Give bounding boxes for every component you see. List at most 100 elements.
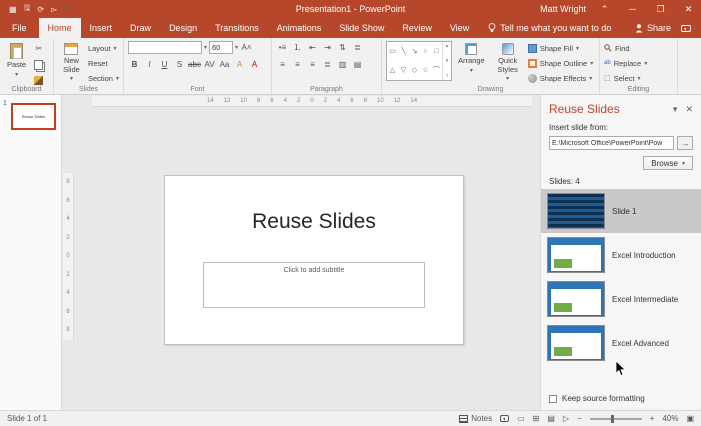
shape-outline-button[interactable]: Shape Outline▾ [528,57,594,69]
select-button[interactable]: ⬚ Select▾ [604,72,647,84]
line-spacing-icon[interactable]: ⇅ [336,41,349,54]
font-name-combo[interactable] [128,41,202,54]
zoom-slider[interactable] [590,418,642,420]
keep-source-formatting-checkbox[interactable] [549,395,557,403]
shape-gallery-more-icon[interactable]: ▿ [446,73,449,79]
shape-rectangle-icon[interactable]: ▭ [387,42,398,60]
shape-curve-icon[interactable]: ⌒ [431,60,442,80]
share-button[interactable]: Share [635,23,671,33]
numbering-icon[interactable]: ⒈ [291,41,304,54]
minimize-button[interactable]: ─ [623,4,642,14]
zoom-slider-thumb[interactable] [611,415,614,423]
tab-review[interactable]: Review [393,18,441,38]
reuse-slide-item-3[interactable]: Excel Intermediate [541,277,701,321]
quick-styles-button[interactable]: Quick Styles ▾ [491,41,525,85]
save-icon[interactable]: 🖫 [24,2,31,16]
slideshow-view-icon[interactable]: ▷ [563,414,569,423]
shape-scroll-up-icon[interactable]: ▴ [446,43,449,49]
pane-close-icon[interactable]: ✕ [685,104,693,115]
layout-button[interactable]: Layout▾ [88,42,119,54]
shape-triangle-icon[interactable]: △ [387,60,398,80]
normal-view-icon[interactable]: ▭ [517,414,525,423]
find-button[interactable]: Find [604,42,647,54]
shape-gallery-scrollbar[interactable]: ▴ ▾ ▿ [442,42,451,80]
italic-button[interactable]: I [143,58,156,71]
font-size-combo[interactable]: 60 [209,41,233,54]
shape-fill-button[interactable]: Shape Fill▾ [528,42,594,54]
bullets-icon[interactable]: •≡ [276,41,289,54]
increase-indent-icon[interactable]: ⇥ [321,41,334,54]
go-arrow-button[interactable]: → [677,136,693,150]
font-color-button[interactable]: A [248,58,261,71]
arrange-button[interactable]: Arrange ▾ [455,41,488,77]
tab-transitions[interactable]: Transitions [206,18,268,38]
status-comments-icon[interactable] [500,415,509,422]
align-right-icon[interactable]: ≡ [306,58,319,71]
subtitle-placeholder[interactable]: Click to add subtitle [203,262,425,308]
shape-arrow-icon[interactable]: ↘ [409,42,420,60]
tab-design[interactable]: Design [160,18,206,38]
reuse-slide-item-1[interactable]: Slide 1 [541,189,701,233]
customize-qat-icon[interactable]: ▾ [64,6,67,13]
ribbon-display-options-icon[interactable]: ⌃ [595,4,614,15]
notes-button[interactable]: Notes [459,414,492,423]
reuse-slide-item-4[interactable]: Excel Advanced [541,321,701,365]
tab-home[interactable]: Home [39,18,81,38]
font-size-caret-icon[interactable]: ▾ [235,44,238,51]
change-case-button[interactable]: Aa [218,58,231,71]
shape-effects-button[interactable]: Shape Effects▾ [528,72,594,84]
close-button[interactable]: ✕ [679,4,698,15]
paste-button[interactable]: Paste ▾ [4,41,29,81]
align-center-icon[interactable]: ≡ [291,58,304,71]
shape-triangle-down-icon[interactable]: ▽ [398,60,409,80]
tab-view[interactable]: View [441,18,478,38]
tab-insert[interactable]: Insert [81,18,122,38]
slide-1-thumbnail[interactable]: Reuse Slides [11,103,56,130]
underline-button[interactable]: U [158,58,171,71]
fit-to-window-icon[interactable]: ▣ [686,414,694,423]
tell-me-box[interactable]: Tell me what you want to do [478,18,621,38]
font-name-caret-icon[interactable]: ▾ [204,44,207,51]
shape-line-icon[interactable]: ╲ [398,42,409,60]
restore-button[interactable]: ❐ [651,4,670,15]
strikethrough-button[interactable]: abc [188,58,201,71]
reuse-slide-item-2[interactable]: Excel Introduction [541,233,701,277]
keep-source-formatting-option[interactable]: Keep source formatting [549,394,645,403]
pane-options-caret-icon[interactable]: ▾ [673,104,678,115]
shape-star-icon[interactable]: ☆ [420,60,431,80]
browse-button[interactable]: Browse ▾ [643,156,693,170]
tab-animations[interactable]: Animations [268,18,331,38]
shape-diamond-icon[interactable]: ◇ [409,60,420,80]
highlight-color-button[interactable]: A [233,58,246,71]
reading-view-icon[interactable]: ▤ [547,414,555,423]
redo-icon[interactable]: ⟳ [37,5,44,14]
slide-canvas[interactable]: Reuse Slides Click to add subtitle [164,175,464,345]
shape-gallery[interactable]: ▭ ╲ ↘ ○ □ △ ▽ ◇ ☆ ⌒ ▴ ▾ ▿ [386,41,452,81]
character-spacing-button[interactable]: AV [203,58,216,71]
increase-font-icon[interactable]: A˄ [240,41,253,54]
section-button[interactable]: Section▾ [88,72,119,84]
new-slide-button[interactable]: New Slide ▾ [58,41,85,85]
comments-icon[interactable] [681,25,691,32]
columns-icon[interactable]: ▥ [336,58,349,71]
tab-file[interactable]: File [0,18,39,38]
zoom-out-icon[interactable]: − [577,414,582,423]
copy-icon[interactable] [32,58,45,71]
text-direction-icon[interactable]: ≣ [351,41,364,54]
shape-square-icon[interactable]: □ [431,42,442,60]
insert-path-input[interactable] [549,136,674,150]
justify-icon[interactable]: ≣ [321,58,334,71]
shape-oval-icon[interactable]: ○ [420,42,431,60]
cut-icon[interactable]: ✂ [32,42,45,55]
tab-slide-show[interactable]: Slide Show [330,18,393,38]
decrease-indent-icon[interactable]: ⇤ [306,41,319,54]
text-shadow-button[interactable]: S [173,58,186,71]
align-left-icon[interactable]: ≡ [276,58,289,71]
slide-sorter-view-icon[interactable]: ⊞ [533,414,540,423]
slide-title-text[interactable]: Reuse Slides [165,210,463,234]
smartart-icon[interactable]: ▤ [351,58,364,71]
bold-button[interactable]: B [128,58,141,71]
start-slideshow-icon[interactable]: ▻ [51,5,57,14]
replace-button[interactable]: ab Replace▾ [604,57,647,69]
shape-scroll-down-icon[interactable]: ▾ [446,58,449,64]
